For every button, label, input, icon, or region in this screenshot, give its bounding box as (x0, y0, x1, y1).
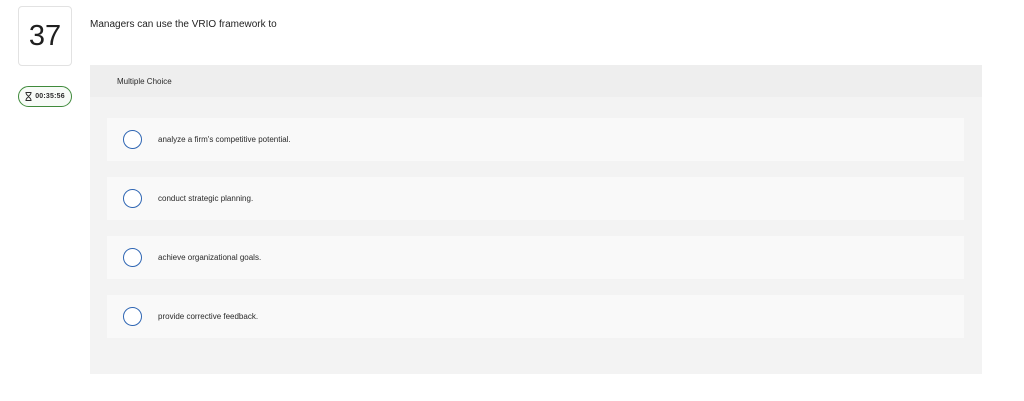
timer-badge[interactable]: 00:35:56 (18, 86, 72, 107)
radio-button-b[interactable] (123, 189, 142, 208)
choice-list: analyze a firm's competitive potential. … (107, 118, 964, 354)
question-prompt: Managers can use the VRIO framework to (90, 19, 277, 30)
choice-option-c[interactable]: achieve organizational goals. (107, 236, 964, 279)
choice-option-b[interactable]: conduct strategic planning. (107, 177, 964, 220)
question-number: 37 (18, 6, 72, 66)
choice-label-d: provide corrective feedback. (158, 312, 259, 321)
choice-option-a[interactable]: analyze a firm's competitive potential. (107, 118, 964, 161)
choice-label-a: analyze a firm's competitive potential. (158, 135, 291, 144)
choice-label-c: achieve organizational goals. (158, 253, 262, 262)
radio-button-d[interactable] (123, 307, 142, 326)
radio-button-c[interactable] (123, 248, 142, 267)
question-type-label: Multiple Choice (117, 76, 172, 86)
hourglass-icon (25, 92, 32, 101)
choice-option-d[interactable]: provide corrective feedback. (107, 295, 964, 338)
choice-label-b: conduct strategic planning. (158, 194, 254, 203)
question-type-header: Multiple Choice (90, 65, 982, 97)
timer-text: 00:35:56 (35, 93, 65, 100)
radio-button-a[interactable] (123, 130, 142, 149)
answer-panel: Multiple Choice analyze a firm's competi… (90, 65, 982, 374)
